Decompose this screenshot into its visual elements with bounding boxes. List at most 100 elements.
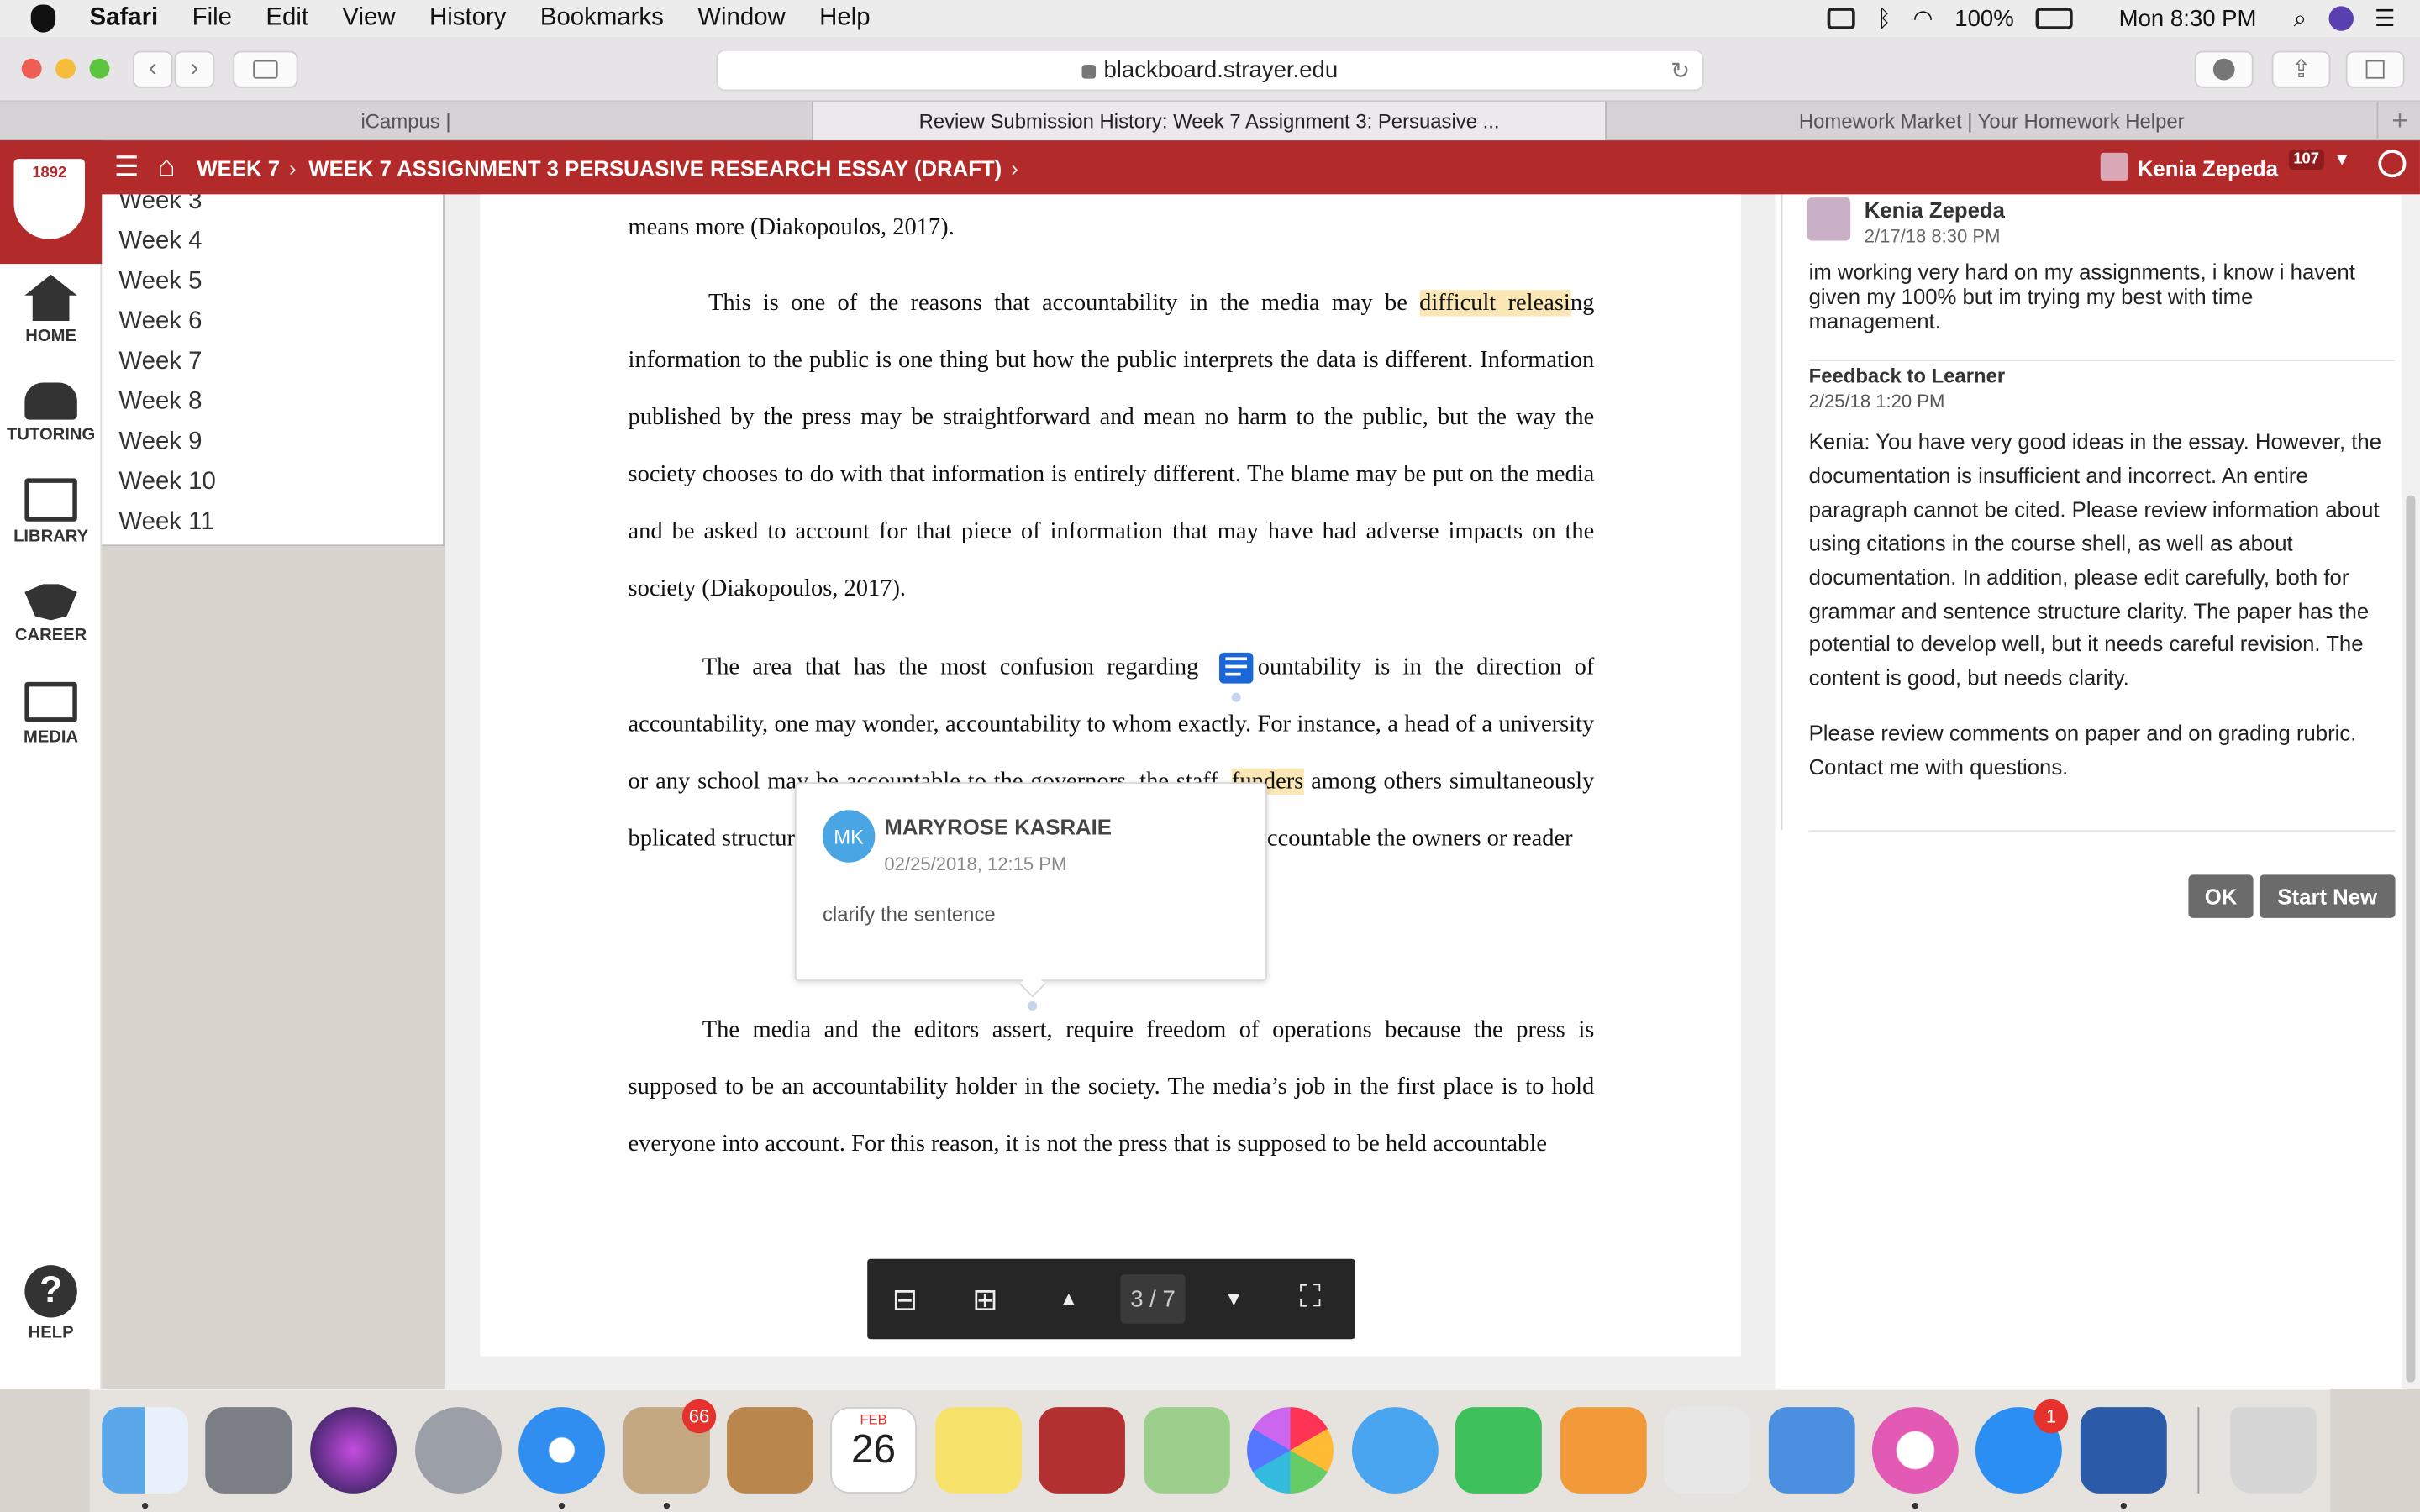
calendar-icon[interactable]: FEB 26 bbox=[830, 1407, 917, 1494]
home-icon[interactable]: ⌂ bbox=[158, 150, 176, 184]
ok-button[interactable]: OK bbox=[2188, 874, 2254, 918]
close-window-button[interactable] bbox=[21, 58, 42, 79]
app-store-badge: 1 bbox=[2033, 1399, 2069, 1434]
highlight-annotation[interactable]: difficult releasi bbox=[1419, 290, 1570, 317]
numbers-icon[interactable] bbox=[1663, 1407, 1750, 1494]
bluetooth-icon[interactable]: ᛒ bbox=[1877, 5, 1891, 31]
user-name[interactable]: Kenia Zepeda bbox=[2138, 156, 2278, 181]
avatar[interactable] bbox=[2100, 152, 2128, 181]
notes-icon[interactable] bbox=[935, 1407, 1022, 1494]
clock[interactable]: Mon 8:30 PM bbox=[2119, 5, 2257, 31]
tab-icampus[interactable]: iCampus | bbox=[0, 102, 813, 141]
messages-icon[interactable] bbox=[1351, 1407, 1439, 1494]
share-icon: ⇪ bbox=[2291, 56, 2312, 84]
week-item[interactable]: Week 5 bbox=[102, 262, 443, 302]
apple-icon[interactable] bbox=[30, 4, 56, 33]
downloads-button[interactable] bbox=[2194, 50, 2254, 88]
new-tab-button[interactable]: + bbox=[2378, 102, 2420, 140]
menu-file[interactable]: File bbox=[192, 5, 232, 33]
week-item[interactable]: Week 11 bbox=[102, 503, 443, 543]
week-item[interactable]: Week 7 bbox=[102, 343, 443, 383]
paragraph-text: This is one of the reasons that accounta… bbox=[708, 290, 1420, 317]
comment-bubble-icon[interactable] bbox=[1218, 652, 1254, 684]
airplay-icon[interactable] bbox=[1828, 8, 1856, 29]
nav-tutoring[interactable]: TUTORING bbox=[0, 382, 102, 444]
page-indicator[interactable]: 3 / 7 bbox=[1120, 1274, 1186, 1324]
share-button[interactable]: ⇪ bbox=[2271, 50, 2331, 88]
menu-help[interactable]: Help bbox=[819, 5, 870, 33]
power-icon[interactable] bbox=[2378, 150, 2407, 178]
forward-button[interactable]: › bbox=[174, 50, 215, 88]
nav-home[interactable]: HOME bbox=[0, 274, 102, 345]
chevron-right-icon: › bbox=[289, 155, 297, 180]
maps-icon[interactable] bbox=[1143, 1407, 1230, 1494]
system-preferences-icon[interactable] bbox=[205, 1407, 292, 1494]
photos-icon[interactable] bbox=[1247, 1407, 1334, 1494]
scrollbar-thumb[interactable] bbox=[2406, 495, 2416, 1383]
contacts-icon[interactable] bbox=[727, 1407, 813, 1494]
reload-icon[interactable]: ↻ bbox=[1670, 56, 1690, 84]
dock-divider bbox=[2197, 1407, 2200, 1494]
week-item[interactable]: Week 4 bbox=[102, 222, 443, 262]
notification-center-icon[interactable]: ☰ bbox=[2375, 5, 2396, 32]
itunes-icon[interactable] bbox=[1871, 1407, 1959, 1494]
finder-icon[interactable] bbox=[102, 1407, 189, 1494]
start-new-button[interactable]: Start New bbox=[2259, 874, 2396, 918]
week-item[interactable]: Week 10 bbox=[102, 463, 443, 503]
menu-bookmarks[interactable]: Bookmarks bbox=[540, 5, 664, 33]
annotation-popup[interactable]: MK MARYROSE KASRAIE 02/25/2018, 12:15 PM… bbox=[794, 782, 1267, 998]
week-item[interactable]: Week 3 bbox=[102, 194, 443, 222]
zoom-out-icon[interactable]: ⊟ bbox=[892, 1280, 918, 1319]
minimize-window-button[interactable] bbox=[55, 58, 76, 79]
tab-review-submission[interactable]: Review Submission History: Week 7 Assign… bbox=[813, 102, 1607, 141]
safari-icon[interactable] bbox=[518, 1407, 605, 1494]
hamburger-menu-icon[interactable]: ☰ bbox=[114, 151, 139, 184]
pages-icon[interactable] bbox=[1560, 1407, 1647, 1494]
week-item[interactable]: Week 8 bbox=[102, 383, 443, 423]
breadcrumb-assignment[interactable]: WEEK 7 ASSIGNMENT 3 PERSUASIVE RESEARCH … bbox=[308, 155, 1002, 180]
menu-window[interactable]: Window bbox=[697, 5, 786, 33]
fullscreen-icon[interactable]: ⛶ bbox=[1300, 1280, 1322, 1315]
sidebar-toggle-button[interactable] bbox=[233, 50, 298, 88]
avatar bbox=[1807, 197, 1851, 241]
strayer-logo[interactable]: 1892 bbox=[0, 140, 103, 265]
launchpad-icon[interactable] bbox=[415, 1407, 502, 1494]
trash-icon[interactable] bbox=[2230, 1407, 2317, 1494]
week-item[interactable]: Week 9 bbox=[102, 423, 443, 463]
siri-icon[interactable] bbox=[310, 1407, 397, 1494]
siri-icon[interactable] bbox=[2328, 6, 2354, 31]
breadcrumb-week7[interactable]: WEEK 7 bbox=[197, 155, 280, 180]
zoom-window-button[interactable] bbox=[89, 58, 110, 79]
menu-app-safari[interactable]: Safari bbox=[90, 5, 159, 33]
shield-icon: 1892 bbox=[13, 159, 86, 239]
facetime-icon[interactable] bbox=[1455, 1407, 1542, 1494]
back-button[interactable]: ‹ bbox=[132, 50, 173, 88]
photo-booth-icon[interactable] bbox=[1039, 1407, 1125, 1494]
menu-view[interactable]: View bbox=[342, 5, 395, 33]
nav-career[interactable]: CAREER bbox=[0, 580, 102, 645]
page-scrollbar[interactable] bbox=[2401, 194, 2420, 1389]
week-item[interactable]: Week 6 bbox=[102, 302, 443, 343]
show-tabs-button[interactable] bbox=[2345, 50, 2405, 88]
nav-help[interactable]: ? HELP bbox=[0, 1265, 102, 1342]
wifi-icon[interactable]: ◠ bbox=[1913, 5, 1933, 32]
tab-homework-market[interactable]: Homework Market | Your Homework Helper bbox=[1607, 102, 2379, 141]
battery-icon[interactable] bbox=[2035, 8, 2073, 29]
help-icon: ? bbox=[24, 1265, 77, 1318]
nav-media[interactable]: MEDIA bbox=[0, 681, 102, 747]
keynote-icon[interactable] bbox=[1768, 1407, 1855, 1494]
lock-icon bbox=[1081, 65, 1097, 79]
address-bar[interactable]: blackboard.strayer.edu ↻ bbox=[716, 49, 1704, 92]
spotlight-search-icon[interactable]: ⌕ bbox=[2294, 5, 2307, 31]
caret-down-icon[interactable]: ▼ bbox=[2333, 151, 2350, 170]
zoom-in-icon[interactable]: ⊞ bbox=[972, 1280, 998, 1319]
menu-history[interactable]: History bbox=[429, 5, 506, 33]
notification-count-badge[interactable]: 107 bbox=[2288, 150, 2324, 171]
microsoft-word-icon[interactable] bbox=[2080, 1407, 2167, 1494]
previous-page-icon[interactable]: ▲ bbox=[1059, 1287, 1079, 1310]
url-text: blackboard.strayer.edu bbox=[1103, 56, 1339, 84]
next-page-icon[interactable]: ▼ bbox=[1224, 1287, 1244, 1310]
nav-library[interactable]: LIBRARY bbox=[0, 478, 102, 546]
menu-edit[interactable]: Edit bbox=[266, 5, 308, 33]
feedback-text-closing: Please review comments on paper and on g… bbox=[1808, 720, 2357, 780]
